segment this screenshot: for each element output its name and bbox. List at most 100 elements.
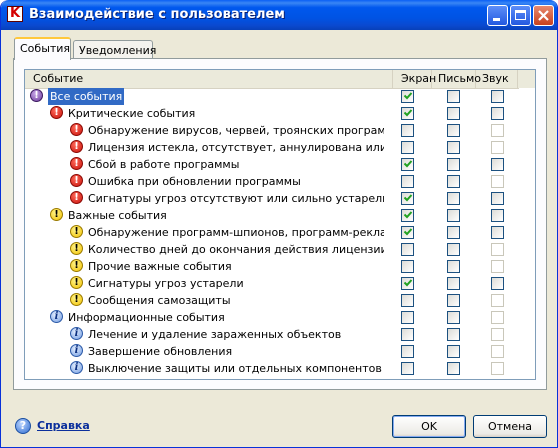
event-label: Лечение и удаление зараженных объектов xyxy=(88,328,342,341)
sound-checkbox xyxy=(491,328,504,341)
screen-checkbox[interactable] xyxy=(401,243,414,256)
info-icon: i xyxy=(70,344,83,357)
event-label: Обнаружение вирусов, червей, троянских п… xyxy=(88,124,384,137)
event-row[interactable]: ! Важные события xyxy=(25,207,519,224)
event-label: Сообщения самозащиты xyxy=(88,294,231,307)
event-row[interactable]: ! Количество дней до окончания действия л… xyxy=(25,241,519,258)
screen-checkbox[interactable] xyxy=(401,226,414,239)
mail-checkbox[interactable] xyxy=(447,141,460,154)
screen-checkbox[interactable] xyxy=(401,192,414,205)
screen-checkbox[interactable] xyxy=(401,158,414,171)
info-icon: i xyxy=(70,361,83,374)
checkmark-icon xyxy=(403,211,413,219)
event-row[interactable]: ! Обнаружение программ-шпионов, программ-… xyxy=(25,224,519,241)
mail-checkbox[interactable] xyxy=(447,260,460,273)
event-row[interactable]: ! Сбой в работе программы xyxy=(25,156,519,173)
sound-checkbox[interactable] xyxy=(491,90,504,103)
critical-icon: ! xyxy=(50,106,63,119)
event-label: Прочие важные события xyxy=(88,260,232,273)
event-row[interactable]: ! Сигнатуры угроз отсутствуют или сильно … xyxy=(25,190,519,207)
mail-checkbox[interactable] xyxy=(447,209,460,222)
event-label: Количество дней до окончания действия ли… xyxy=(88,243,384,256)
warning-icon: ! xyxy=(70,242,83,255)
mail-checkbox[interactable] xyxy=(447,345,460,358)
sound-checkbox xyxy=(491,175,504,188)
event-label: Выключение защиты или отдельных компонен… xyxy=(88,362,382,375)
sound-checkbox[interactable] xyxy=(491,209,504,222)
tab-notifications[interactable]: Уведомления xyxy=(73,40,156,59)
screen-checkbox[interactable] xyxy=(401,345,414,358)
screen-checkbox[interactable] xyxy=(401,362,414,375)
screen-checkbox[interactable] xyxy=(401,90,414,103)
screen-checkbox[interactable] xyxy=(401,294,414,307)
maximize-button[interactable] xyxy=(510,5,531,26)
mail-checkbox[interactable] xyxy=(447,328,460,341)
event-label: Сигнатуры угроз устарели xyxy=(88,277,244,290)
column-header-sound[interactable]: Звук xyxy=(476,70,518,88)
event-row[interactable]: i Информационные события xyxy=(25,309,519,326)
critical-icon: ! xyxy=(70,123,83,136)
screen-checkbox[interactable] xyxy=(401,107,414,120)
event-label: Важные события xyxy=(68,209,167,222)
event-row[interactable]: ! Ошибка при обновлении программы xyxy=(25,173,519,190)
event-row[interactable]: i Выключение защиты или отдельных компоне… xyxy=(25,360,519,377)
screen-checkbox[interactable] xyxy=(401,124,414,137)
sound-checkbox xyxy=(491,311,504,324)
mail-checkbox[interactable] xyxy=(447,192,460,205)
list-empty-area xyxy=(519,88,535,379)
screen-checkbox[interactable] xyxy=(401,175,414,188)
screen-checkbox[interactable] xyxy=(401,141,414,154)
help-link[interactable]: Справка xyxy=(37,419,90,432)
warning-icon: ! xyxy=(50,208,63,221)
event-row[interactable]: ! Все события xyxy=(25,88,519,105)
mail-checkbox[interactable] xyxy=(447,90,460,103)
column-header-event[interactable]: Событие xyxy=(25,70,393,88)
mail-checkbox[interactable] xyxy=(447,175,460,188)
column-header-screen[interactable]: Экран xyxy=(393,70,436,88)
sound-checkbox xyxy=(491,141,504,154)
warning-icon: ! xyxy=(70,293,83,306)
event-row[interactable]: ! Сообщения самозащиты xyxy=(25,292,519,309)
column-header-mail[interactable]: Письмо xyxy=(432,70,481,88)
checkmark-icon xyxy=(403,194,413,202)
sound-checkbox[interactable] xyxy=(491,192,504,205)
mail-checkbox[interactable] xyxy=(447,243,460,256)
checkmark-icon xyxy=(403,279,413,287)
tab-events[interactable]: События xyxy=(14,37,71,60)
close-button[interactable] xyxy=(533,5,554,26)
warning-icon: ! xyxy=(70,259,83,272)
mail-checkbox[interactable] xyxy=(447,277,460,290)
mail-checkbox[interactable] xyxy=(447,226,460,239)
event-row[interactable]: i Завершение обновления xyxy=(25,343,519,360)
mail-checkbox[interactable] xyxy=(447,311,460,324)
info-icon: i xyxy=(70,327,83,340)
screen-checkbox[interactable] xyxy=(401,260,414,273)
mail-checkbox[interactable] xyxy=(447,362,460,375)
list-header: Событие Экран Письмо Звук xyxy=(25,70,535,89)
ok-button[interactable]: OK xyxy=(392,415,466,438)
window-title: Взаимодействие с пользователем xyxy=(29,7,285,22)
event-row[interactable]: ! Лицензия истекла, отсутствует, аннулиро… xyxy=(25,139,519,156)
event-row[interactable]: i Лечение и удаление зараженных объектов xyxy=(25,326,519,343)
cancel-button[interactable]: Отмена xyxy=(473,415,547,438)
screen-checkbox[interactable] xyxy=(401,277,414,290)
sound-checkbox[interactable] xyxy=(491,158,504,171)
minimize-button[interactable] xyxy=(487,5,508,26)
screen-checkbox[interactable] xyxy=(401,209,414,222)
screen-checkbox[interactable] xyxy=(401,328,414,341)
sound-checkbox[interactable] xyxy=(491,226,504,239)
event-row[interactable]: ! Сигнатуры угроз устарели xyxy=(25,275,519,292)
screen-checkbox[interactable] xyxy=(401,311,414,324)
mail-checkbox[interactable] xyxy=(447,124,460,137)
checkmark-icon xyxy=(403,160,413,168)
title-bar[interactable]: K Взаимодействие с пользователем xyxy=(1,0,557,30)
mail-checkbox[interactable] xyxy=(447,294,460,307)
mail-checkbox[interactable] xyxy=(447,158,460,171)
event-row[interactable]: ! Прочие важные события xyxy=(25,258,519,275)
sound-checkbox[interactable] xyxy=(491,277,504,290)
mail-checkbox[interactable] xyxy=(447,107,460,120)
event-row[interactable]: ! Критические события xyxy=(25,105,519,122)
warning-icon: ! xyxy=(70,276,83,289)
event-row[interactable]: ! Обнаружение вирусов, червей, троянских … xyxy=(25,122,519,139)
sound-checkbox[interactable] xyxy=(491,107,504,120)
